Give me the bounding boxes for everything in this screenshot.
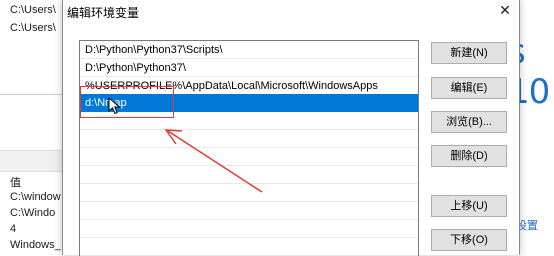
mouse-cursor-icon xyxy=(108,97,121,115)
annotation-arrow-icon xyxy=(164,129,263,193)
